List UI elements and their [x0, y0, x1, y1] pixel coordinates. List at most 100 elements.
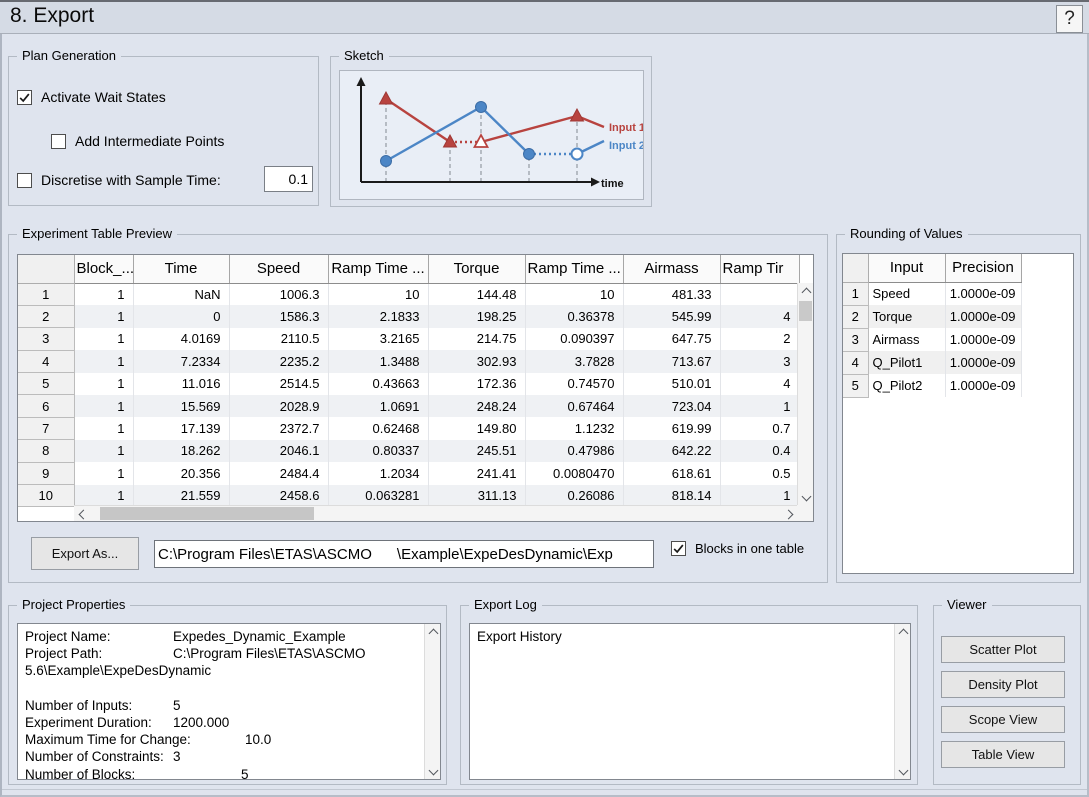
chevron-down-icon	[801, 491, 811, 501]
table-row[interactable]: 10121.5592458.60.063281311.130.26086818.…	[18, 485, 799, 507]
scroll-right-button[interactable]	[781, 506, 797, 522]
horizontal-scroll-thumb[interactable]	[100, 507, 314, 520]
help-button[interactable]: ?	[1056, 5, 1083, 33]
vertical-scrollbar[interactable]	[797, 283, 813, 505]
column-header[interactable]: Airmass	[623, 255, 720, 283]
table-cell: 311.13	[428, 485, 525, 507]
table-row[interactable]: 6115.5692028.91.0691248.240.67464723.041	[18, 395, 799, 417]
table-cell: NaN	[133, 283, 229, 305]
table-cell: 2372.7	[229, 417, 328, 439]
page-title: 8. Export	[10, 4, 94, 28]
table-row[interactable]: 7117.1392372.70.62468149.801.1232619.990…	[18, 417, 799, 439]
column-header[interactable]: Ramp Time ...	[525, 255, 623, 283]
chevron-left-icon	[78, 509, 88, 519]
scroll-down-button[interactable]	[895, 763, 911, 779]
table-cell: Q_Pilot2	[868, 374, 945, 397]
add-intermediate-points-row: Add Intermediate Points	[51, 133, 224, 149]
scroll-up-button[interactable]	[425, 624, 441, 640]
table-cell: 0	[133, 305, 229, 327]
column-header[interactable]: Ramp Time ...	[328, 255, 428, 283]
table-cell: 198.25	[428, 305, 525, 327]
row-number-cell: 7	[18, 417, 74, 439]
vertical-scroll-thumb[interactable]	[799, 301, 812, 321]
table-cell: 18.262	[133, 440, 229, 462]
table-cell: 1	[74, 283, 133, 305]
scope-view-button[interactable]: Scope View	[941, 706, 1065, 733]
blocks-in-one-table-checkbox[interactable]	[671, 541, 686, 556]
scroll-up-button[interactable]	[895, 624, 911, 640]
table-row[interactable]: 8118.2622046.10.80337245.510.47986642.22…	[18, 440, 799, 462]
table-cell: 0.090397	[525, 328, 623, 350]
sketch-image: Input 1 Input 2 time	[339, 70, 644, 200]
table-cell: 241.41	[428, 462, 525, 484]
viewer-label: Viewer	[942, 597, 992, 612]
table-cell: 2514.5	[229, 373, 328, 395]
column-header[interactable]: Ramp Tir	[720, 255, 799, 283]
pp-value: 1200.000	[173, 715, 229, 730]
table-view-button[interactable]: Table View	[941, 741, 1065, 768]
table-cell: 0.4	[720, 440, 799, 462]
table-row[interactable]: 1Speed1.0000e-09	[843, 282, 1021, 305]
column-header[interactable]: Time	[133, 255, 229, 283]
table-cell: 248.24	[428, 395, 525, 417]
table-cell: 2110.5	[229, 328, 328, 350]
vertical-scrollbar[interactable]	[424, 624, 440, 779]
table-cell: 818.14	[623, 485, 720, 507]
pp-line: Number of Constraints:3	[25, 748, 434, 765]
input2-legend: Input 2	[609, 140, 643, 152]
table-cell: 1	[74, 417, 133, 439]
table-cell: 1.0000e-09	[945, 305, 1021, 328]
x-axis-arrow	[591, 178, 600, 187]
vertical-scrollbar[interactable]	[894, 624, 910, 779]
column-header[interactable]: Precision	[945, 254, 1021, 282]
scroll-down-button[interactable]	[425, 763, 441, 779]
export-as-button[interactable]: Export As...	[31, 537, 139, 570]
table-row[interactable]: 2101586.32.1833198.250.36378545.994	[18, 305, 799, 327]
activate-wait-states-checkbox[interactable]	[17, 90, 32, 105]
table-row[interactable]: 314.01692110.53.2165214.750.090397647.75…	[18, 328, 799, 350]
add-intermediate-points-checkbox[interactable]	[51, 134, 66, 149]
scroll-up-button[interactable]	[798, 283, 814, 299]
discretise-checkbox[interactable]	[17, 173, 32, 188]
column-header[interactable]	[18, 255, 74, 283]
table-row[interactable]: 3Airmass1.0000e-09	[843, 328, 1021, 351]
chevron-right-icon	[783, 509, 793, 519]
column-header[interactable]: Torque	[428, 255, 525, 283]
horizontal-scrollbar[interactable]	[74, 505, 797, 521]
row-number-cell: 1	[843, 282, 868, 305]
table-cell: 0.74570	[525, 373, 623, 395]
row-number-cell: 9	[18, 462, 74, 484]
table-row[interactable]: 11NaN1006.310144.4810481.33	[18, 283, 799, 305]
table-cell: 1006.3	[229, 283, 328, 305]
input2-hollow-marker	[572, 149, 583, 160]
column-header[interactable]: Block_...	[74, 255, 133, 283]
scroll-down-button[interactable]	[798, 489, 814, 505]
viewer-group: Viewer Scatter Plot Density Plot Scope V…	[933, 605, 1081, 785]
table-row[interactable]: 9120.3562484.41.2034241.410.0080470618.6…	[18, 462, 799, 484]
row-number-cell: 1	[18, 283, 74, 305]
column-header[interactable]: Speed	[229, 255, 328, 283]
scroll-left-button[interactable]	[74, 506, 90, 522]
chevron-up-icon	[898, 629, 908, 639]
table-cell: 4	[720, 373, 799, 395]
table-row[interactable]: 4Q_Pilot11.0000e-09	[843, 351, 1021, 374]
row-number-cell: 3	[18, 328, 74, 350]
density-plot-button[interactable]: Density Plot	[941, 671, 1065, 698]
sample-time-input[interactable]	[264, 166, 313, 192]
pp-label: Maximum Time for Change:	[25, 731, 245, 748]
table-row[interactable]: 417.23342235.21.3488302.933.7828713.673	[18, 350, 799, 372]
plan-generation-group: Plan Generation Activate Wait States Add…	[8, 56, 319, 206]
table-cell: 302.93	[428, 350, 525, 372]
export-path-input[interactable]	[154, 540, 654, 568]
pp-label: Experiment Duration:	[25, 714, 173, 731]
table-cell: 2458.6	[229, 485, 328, 507]
scatter-plot-button[interactable]: Scatter Plot	[941, 636, 1065, 663]
bottom-divider	[2, 789, 1087, 790]
column-header[interactable]: Input	[868, 254, 945, 282]
table-cell: 0.26086	[525, 485, 623, 507]
table-cell: 0.47986	[525, 440, 623, 462]
table-row[interactable]: 5Q_Pilot21.0000e-09	[843, 374, 1021, 397]
table-row[interactable]: 2Torque1.0000e-09	[843, 305, 1021, 328]
table-row[interactable]: 5111.0162514.50.43663172.360.74570510.01…	[18, 373, 799, 395]
column-header[interactable]	[843, 254, 868, 282]
